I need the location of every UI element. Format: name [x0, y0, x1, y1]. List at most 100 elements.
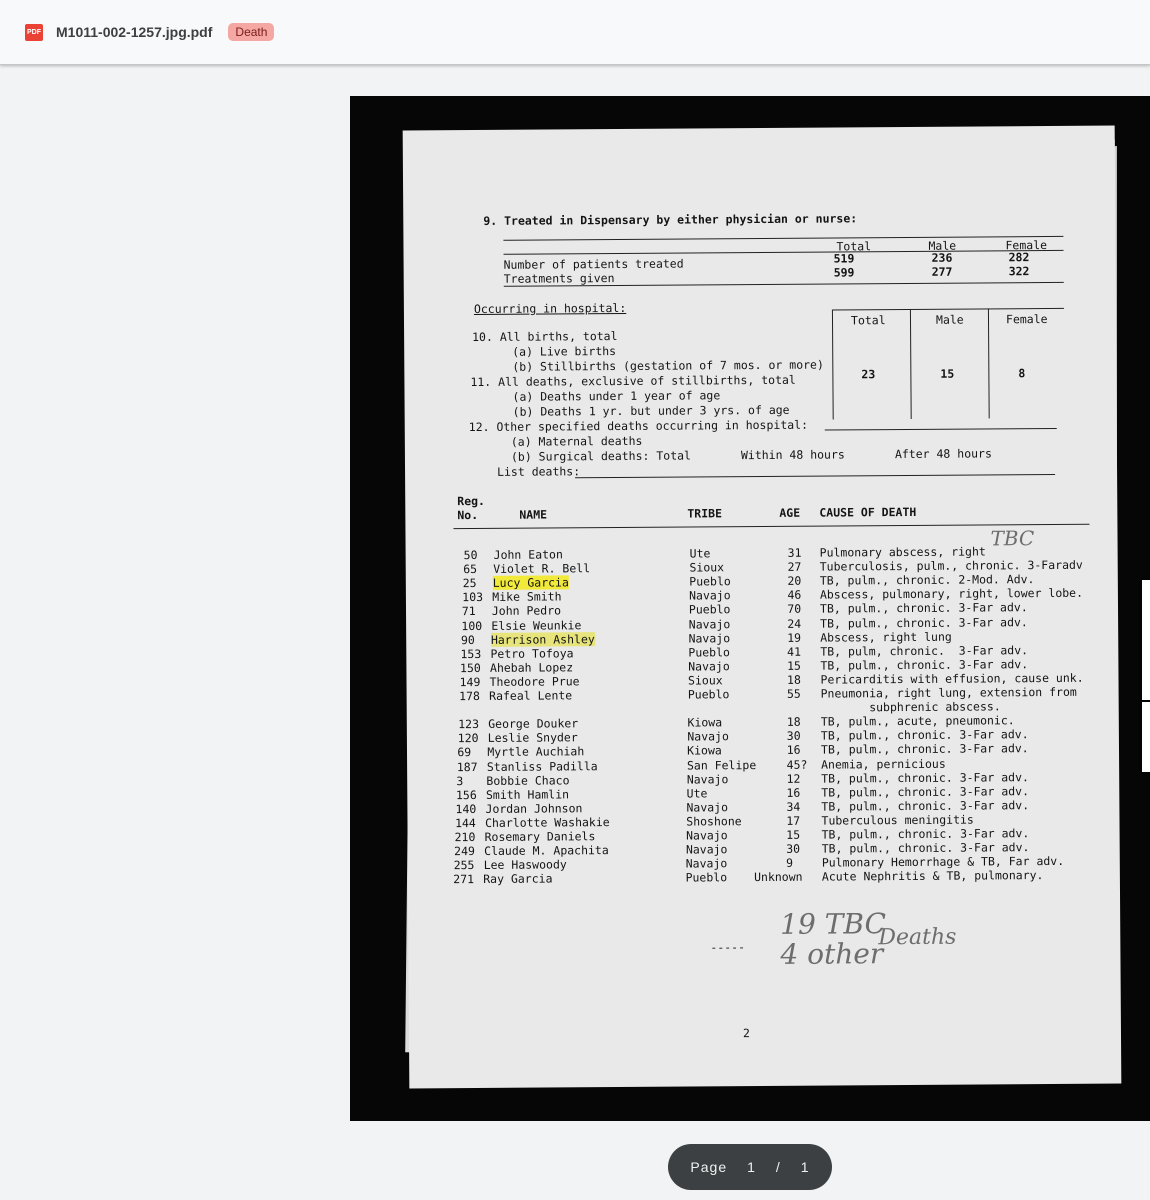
- death-tribe: Navajo: [685, 856, 728, 871]
- page-separator: /: [775, 1159, 781, 1175]
- file-name: M1011-002-1257.jpg.pdf: [56, 24, 213, 40]
- death-cause: Pulmonary Hemorrhage & TB, Far adv.: [821, 854, 1065, 870]
- item-10b: (b) Stillbirths (gestation of 7 mos. or …: [512, 357, 824, 374]
- death-reg-no: 90: [460, 632, 475, 647]
- patients-female: 282: [1008, 250, 1030, 265]
- death-tribe: Navajo: [685, 842, 728, 857]
- death-reg-no: 25: [462, 576, 477, 591]
- death-name: George Douker: [488, 716, 579, 732]
- death-reg-no: 65: [463, 562, 478, 577]
- page-label: Page: [690, 1159, 728, 1175]
- death-age: 34: [786, 799, 801, 814]
- document-viewer[interactable]: 9. Treated in Dispensary by either physi…: [350, 96, 1150, 1121]
- death-tribe: Pueblo: [688, 602, 731, 617]
- death-name: Jordan Johnson: [485, 801, 583, 816]
- treatments-label: Treatments given: [503, 271, 615, 286]
- item-10a: (a) Live births: [512, 344, 617, 359]
- col-male-2: Male: [935, 312, 964, 327]
- death-name: Lee Haswoody: [483, 857, 567, 873]
- death-tribe: Ute: [689, 546, 711, 561]
- death-age: 30: [786, 729, 801, 744]
- death-tribe: Pueblo: [689, 574, 731, 589]
- patients-total: 519: [833, 251, 855, 266]
- death-tribe: Kiowa: [687, 715, 723, 730]
- death-reg-no: 140: [455, 801, 477, 816]
- list-deaths-label: List deaths:: [497, 464, 581, 479]
- death-name: Bobbie Chaco: [486, 772, 570, 788]
- death-name: Ray Garcia: [483, 871, 553, 887]
- death-tribe: Navajo: [688, 659, 730, 674]
- death-tribe: Pueblo: [688, 644, 730, 660]
- death-reg-no: 71: [461, 604, 476, 619]
- death-tribe: Sioux: [689, 560, 725, 575]
- death-age: 31: [787, 545, 802, 560]
- death-cause: TB, pulm., chronic. 3-Far adv.: [820, 741, 1029, 757]
- pdf-file-icon: PDF: [25, 23, 43, 41]
- page-current[interactable]: 1: [747, 1159, 756, 1175]
- treatments-total: 599: [833, 265, 855, 280]
- tag-badge[interactable]: Death: [228, 23, 275, 41]
- death-name: Elsie Weunkie: [491, 617, 582, 633]
- rule: [831, 307, 1064, 311]
- page-number: 2: [742, 1026, 750, 1041]
- death-age: 24: [787, 616, 802, 631]
- occurring-heading: Occurring in hospital:: [473, 300, 627, 317]
- patients-label: Number of patients treated: [503, 256, 684, 272]
- rule: [503, 249, 1064, 255]
- death-tribe: Pueblo: [685, 870, 728, 885]
- death-name: Smith Hamlin: [485, 787, 570, 802]
- death-cause: TB, pulm., chronic. 3-Far adv.: [821, 769, 1029, 786]
- death-cause: Tuberculous meningitis: [821, 812, 974, 828]
- side-panel-tab-2[interactable]: [1142, 702, 1150, 772]
- death-tribe: Navajo: [687, 729, 729, 744]
- death-name: Rafeal Lente: [489, 688, 573, 703]
- death-name: John Pedro: [491, 603, 562, 619]
- death-reg-no: 149: [459, 674, 481, 690]
- page-indicator: Page 1 / 1: [668, 1144, 832, 1190]
- death-tribe: Navajo: [686, 771, 729, 787]
- death-reg-no: 150: [459, 660, 481, 675]
- death-tribe: San Felipe: [686, 757, 757, 773]
- death-reg-no: 210: [454, 830, 476, 845]
- side-panel-tab[interactable]: [1142, 580, 1150, 700]
- death-age: 9: [786, 855, 794, 871]
- death-cause: TB, pulm., chronic. 3-Far adv.: [821, 840, 1030, 856]
- death-reg-no: 69: [457, 745, 472, 760]
- death-reg-no: 187: [456, 759, 478, 774]
- death-age: 15: [786, 827, 801, 842]
- death-name: Charlotte Washakie: [484, 814, 610, 830]
- death-reg-no: 103: [462, 590, 484, 605]
- death-name: Violet R. Bell: [493, 561, 591, 576]
- document-page: 9. Treated in Dispensary by either physi…: [402, 125, 1122, 1089]
- death-name: Myrtle Auchiah: [487, 744, 585, 760]
- deaths-female: 8: [1018, 366, 1026, 381]
- death-reg-no: 178: [459, 688, 480, 704]
- death-cause: TB, pulm., chronic. 3-Far adv.: [820, 656, 1029, 673]
- death-age: 45?: [786, 757, 808, 772]
- deaths-total: 23: [861, 367, 876, 382]
- col-reg: Reg.: [457, 493, 486, 509]
- death-reg-no: 123: [458, 717, 480, 732]
- death-age: 16: [786, 743, 801, 758]
- death-age: 19: [787, 630, 802, 645]
- rule: [987, 308, 990, 419]
- death-reg-no: 3: [456, 773, 464, 788]
- death-cause: TB, pulm., chronic. 3-Far adv.: [821, 826, 1030, 842]
- rule: [503, 235, 1064, 241]
- death-tribe: Pueblo: [687, 687, 730, 702]
- death-name: Leslie Snyder: [487, 730, 578, 746]
- death-tribe: Navajo: [689, 588, 731, 603]
- death-reg-no: 120: [457, 731, 479, 746]
- death-reg-no: 50: [463, 547, 478, 563]
- death-tribe: Navajo: [688, 616, 731, 632]
- death-age: 17: [786, 813, 801, 828]
- rule: [909, 308, 912, 419]
- death-age: 18: [786, 714, 801, 730]
- death-name: Ahebah Lopez: [489, 660, 574, 675]
- rule: [831, 309, 834, 420]
- death-tribe: Sioux: [687, 673, 723, 688]
- col-tribe: TRIBE: [687, 506, 723, 521]
- handwritten-tally-2: 4 other: [780, 937, 884, 971]
- death-age: 15: [787, 658, 801, 673]
- deaths-male: 15: [940, 366, 955, 381]
